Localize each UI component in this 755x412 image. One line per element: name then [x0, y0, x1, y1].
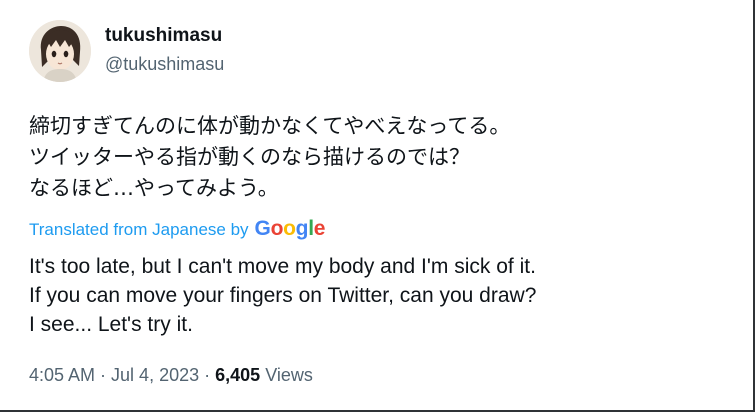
google-letter: o — [283, 217, 296, 240]
meta-separator: · — [100, 365, 107, 385]
display-name[interactable]: tukushimasu — [105, 24, 224, 48]
views-label: Views — [265, 365, 313, 385]
tweet-translated-text: It's too late, but I can't move my body … — [29, 255, 537, 336]
tweet-card: tukushimasu @tukushimasu 締切すぎてんのに体が動かなくて… — [0, 0, 755, 412]
user-info: tukushimasu @tukushimasu — [105, 24, 224, 76]
tweet-meta: 4:05 AM · Jul 4, 2023 · 6,405 Views — [29, 363, 313, 387]
google-letter: G — [254, 217, 271, 240]
avatar[interactable] — [29, 20, 91, 82]
tweet-header: tukushimasu @tukushimasu — [29, 20, 224, 82]
views-count: 6,405 — [215, 365, 261, 385]
translation-attribution[interactable]: Translated from Japanese by Google — [29, 218, 325, 241]
google-logo: Google — [255, 218, 326, 240]
google-letter: o — [270, 217, 284, 240]
translated-from-label[interactable]: Translated from Japanese by — [29, 219, 249, 241]
google-letter: e — [313, 217, 326, 240]
user-handle[interactable]: @tukushimasu — [105, 52, 224, 76]
meta-separator: · — [204, 365, 211, 385]
google-letter: g — [295, 217, 309, 240]
tweet-date[interactable]: Jul 4, 2023 — [111, 365, 199, 385]
tweet-original-text: 締切すぎてんのに体が動かなくてやべえなってる。 ツイッターやる指が動くのなら描け… — [29, 114, 511, 200]
tweet-time[interactable]: 4:05 AM — [29, 365, 95, 385]
avatar-illustration — [29, 20, 91, 82]
